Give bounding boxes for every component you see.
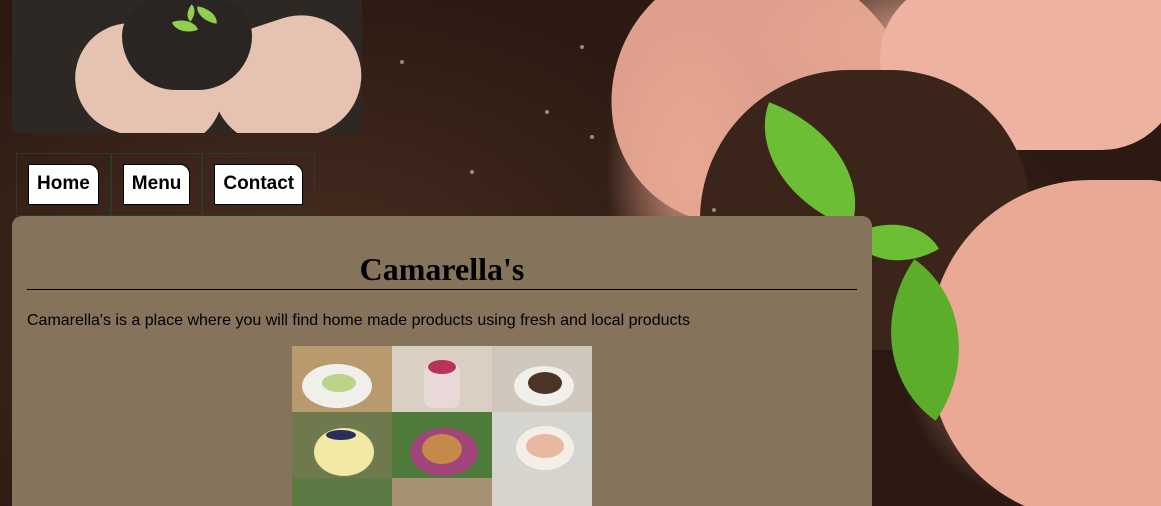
nav-item-contact: Contact xyxy=(202,153,316,216)
home-link[interactable]: Home xyxy=(28,164,99,205)
page-title: Camarella's xyxy=(359,251,525,287)
description-text: Camarella's is a place where you will fi… xyxy=(27,312,690,329)
nav-item-home: Home xyxy=(16,153,111,216)
content-card: Camarella's Camarella's is a place where… xyxy=(12,216,872,506)
nav-item-menu: Menu xyxy=(110,153,203,216)
food-collage-image xyxy=(292,346,592,506)
main-navigation: Home Menu Contact xyxy=(16,153,316,216)
logo-image xyxy=(12,0,362,133)
menu-link[interactable]: Menu xyxy=(122,164,191,205)
title-divider xyxy=(27,289,857,290)
contact-link[interactable]: Contact xyxy=(214,164,304,205)
